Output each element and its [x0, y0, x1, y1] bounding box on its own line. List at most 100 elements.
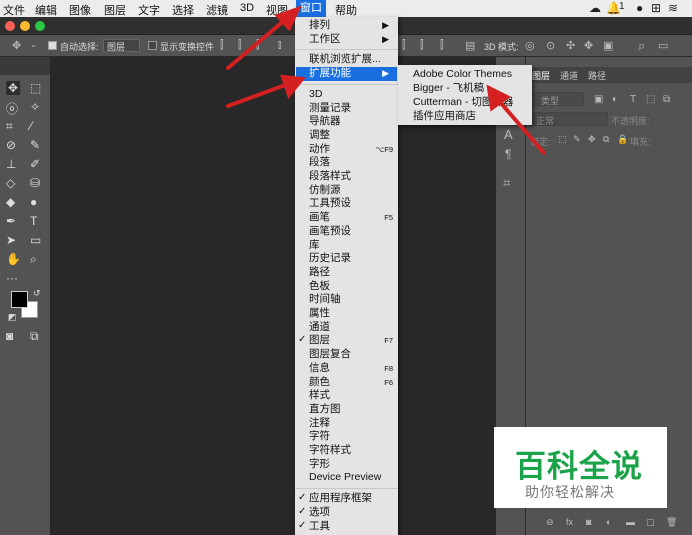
filter-shape-icon[interactable]: ⬚: [646, 94, 655, 105]
window-menu-item[interactable]: 信息: [309, 362, 395, 375]
align-right-icon[interactable]: ⫿: [256, 39, 260, 52]
window-menu-item[interactable]: 注释: [309, 417, 395, 430]
minimize-window-icon[interactable]: [20, 21, 30, 31]
workspace-icon[interactable]: ▭: [658, 39, 668, 52]
lock-pixels-icon[interactable]: ⬚: [558, 134, 567, 145]
crop-tool-icon[interactable]: ⌗: [6, 119, 13, 134]
window-menu-item[interactable]: 导航器: [309, 115, 395, 128]
window-menu-item[interactable]: 工具预设: [309, 197, 395, 210]
ext-adobe-color-themes[interactable]: Adobe Color Themes: [413, 68, 512, 81]
ext-plugin-store[interactable]: 插件应用商店: [413, 110, 476, 123]
canvas-area[interactable]: [50, 57, 495, 535]
window-menu-item[interactable]: 选项: [309, 506, 395, 519]
history-brush-tool-icon[interactable]: ✐: [30, 157, 40, 171]
filter-smart-icon[interactable]: ⧉: [663, 94, 670, 105]
paragraph-panel-icon[interactable]: ¶: [505, 147, 511, 161]
input-method-icon[interactable]: ⊞: [651, 1, 661, 15]
window-menu-item[interactable]: 画笔预设: [309, 225, 395, 238]
auto-select-dropdown[interactable]: 图层: [103, 39, 141, 52]
window-menu-item[interactable]: 工具: [309, 520, 395, 533]
blur-tool-icon[interactable]: ◆: [6, 195, 15, 209]
3d-scale-icon[interactable]: ▣: [603, 39, 613, 52]
hand-tool-icon[interactable]: ✋: [6, 252, 21, 266]
window-menu-item[interactable]: 应用程序框架: [309, 492, 395, 505]
character-panel-icon[interactable]: A: [504, 127, 513, 142]
clone-stamp-tool-icon[interactable]: ⊥: [6, 157, 16, 171]
menu-file[interactable]: 文件: [3, 2, 25, 18]
window-menu-item[interactable]: 字符样式: [309, 444, 395, 457]
path-selection-tool-icon[interactable]: ➤: [6, 233, 16, 247]
dodge-tool-icon[interactable]: ●: [30, 195, 37, 209]
zoom-tool-icon[interactable]: ⌕: [30, 252, 37, 267]
brush-tool-icon[interactable]: ✎: [30, 138, 40, 152]
menu-3d[interactable]: 3D: [240, 2, 254, 14]
align-left-icon[interactable]: ⫿: [220, 39, 224, 52]
tab-layers[interactable]: 图层: [532, 69, 550, 82]
wechat-icon[interactable]: ☁: [589, 1, 601, 15]
menu-view[interactable]: 视图: [266, 2, 288, 18]
move-tool-icon[interactable]: ✥: [12, 39, 21, 52]
window-menu-item[interactable]: 字符: [309, 430, 395, 443]
auto-select-checkbox[interactable]: [48, 41, 57, 50]
foreground-color-swatch[interactable]: [11, 291, 28, 308]
menu-layer[interactable]: 图层: [104, 2, 126, 18]
new-layer-icon[interactable]: ▢: [646, 517, 655, 528]
lock-artboard-icon[interactable]: ⧉: [603, 134, 609, 145]
screen-mode-icon[interactable]: ⧉: [30, 329, 39, 344]
window-menu-item[interactable]: 调整: [309, 129, 395, 142]
tab-channels[interactable]: 通道: [560, 69, 578, 82]
3d-slide-icon[interactable]: ✥: [584, 39, 593, 52]
lock-position-icon[interactable]: ✥: [588, 134, 596, 145]
lock-paint-icon[interactable]: ✎: [573, 134, 581, 145]
mic-icon[interactable]: ●: [636, 1, 643, 15]
window-menu-item[interactable]: 库: [309, 239, 395, 252]
distribute-h-icon[interactable]: ⫿: [420, 39, 424, 52]
type-tool-icon[interactable]: T: [30, 214, 37, 228]
show-transform-checkbox[interactable]: [148, 41, 157, 50]
window-menu-item[interactable]: 样式: [309, 389, 395, 402]
delete-layer-icon[interactable]: 🗑: [666, 517, 677, 528]
filter-pixel-icon[interactable]: ▣: [594, 94, 603, 105]
menu-filter[interactable]: 滤镜: [206, 2, 228, 18]
window-menu-item[interactable]: 时间轴: [309, 293, 395, 306]
menu-edit[interactable]: 编辑: [35, 2, 57, 18]
window-menu-item[interactable]: 字形: [309, 458, 395, 471]
3d-pan-icon[interactable]: ✣: [566, 39, 575, 52]
window-menu-item[interactable]: 直方图: [309, 403, 395, 416]
3d-rotate-icon[interactable]: ◎: [525, 39, 535, 52]
paint-bucket-tool-icon[interactable]: ⛁: [30, 176, 40, 190]
new-group-icon[interactable]: ▬: [626, 517, 635, 527]
menu-type[interactable]: 文字: [138, 2, 160, 18]
window-menu-item[interactable]: 3D: [309, 88, 395, 101]
3d-roll-icon[interactable]: ⊙: [546, 39, 555, 52]
lasso-tool-icon[interactable]: ⓞ: [6, 100, 18, 117]
window-menu-item[interactable]: 联机浏览扩展...: [309, 53, 395, 66]
close-window-icon[interactable]: [5, 21, 15, 31]
lock-all-icon[interactable]: 🔒: [617, 134, 628, 145]
healing-brush-tool-icon[interactable]: ⊘: [6, 138, 16, 152]
swap-colors-icon[interactable]: ↺: [33, 288, 41, 299]
window-menu-item[interactable]: 属性: [309, 307, 395, 320]
pen-tool-icon[interactable]: ✒: [6, 214, 16, 228]
edit-toolbar-icon[interactable]: ···: [6, 271, 18, 285]
menu-window[interactable]: 窗口: [296, 0, 326, 17]
link-layers-icon[interactable]: ⊖: [546, 517, 554, 528]
auto-align-icon[interactable]: ▤: [465, 39, 475, 52]
layer-filter-dropdown[interactable]: 类型: [530, 92, 584, 106]
window-menu-item[interactable]: 画笔: [309, 211, 395, 224]
layer-style-icon[interactable]: fx: [566, 517, 573, 527]
quick-mask-icon[interactable]: ◙: [6, 329, 13, 343]
menu-help[interactable]: 帮助: [335, 2, 357, 18]
window-menu-item[interactable]: 路径: [309, 266, 395, 279]
menu-image[interactable]: 图像: [69, 2, 91, 18]
filter-adjust-icon[interactable]: ◐: [612, 94, 618, 105]
eyedropper-tool-icon[interactable]: ⁄: [30, 119, 32, 133]
window-menu-item[interactable]: 图层复合: [309, 348, 395, 361]
window-menu-item[interactable]: 通道: [309, 321, 395, 334]
distribute-v-icon[interactable]: ⫿: [440, 39, 444, 52]
zoom-window-icon[interactable]: [35, 21, 45, 31]
window-menu-item[interactable]: 仿制源: [309, 184, 395, 197]
tool-preset-chevron-icon[interactable]: ⌄: [30, 40, 37, 49]
distribute-icon[interactable]: ⫿: [402, 39, 406, 52]
magic-wand-tool-icon[interactable]: ✧: [30, 100, 40, 114]
